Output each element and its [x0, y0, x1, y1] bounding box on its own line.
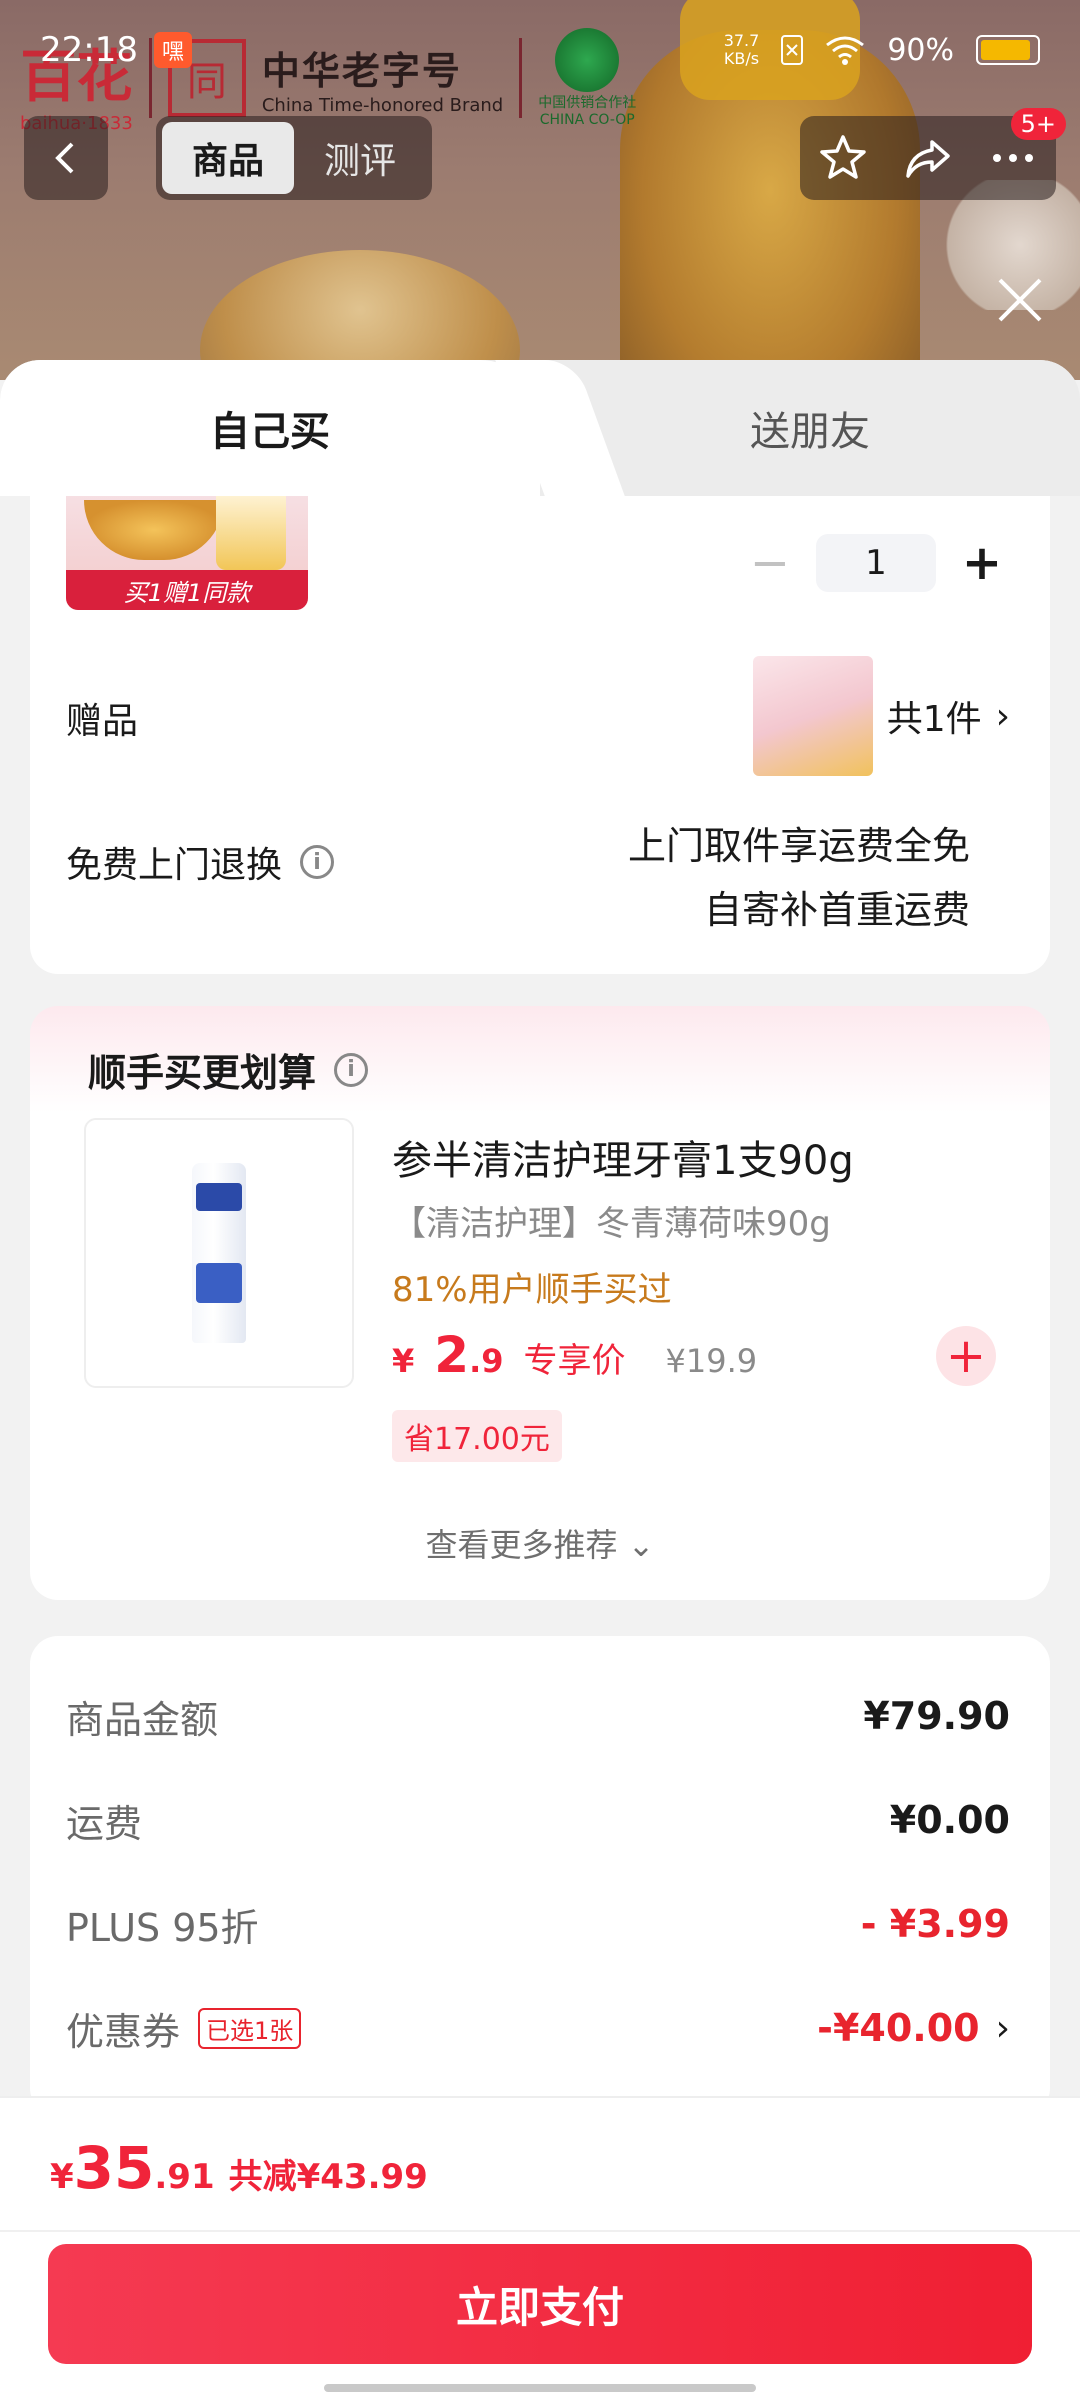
chevron-right-icon: ›: [995, 2007, 1010, 2049]
recommended-price: ¥ 2 .9 专享价 ¥19.9: [392, 1326, 757, 1384]
price-currency: ¥: [392, 1342, 415, 1380]
status-right: 37.7 KB/s 90%: [724, 32, 1040, 68]
info-icon[interactable]: i: [300, 845, 335, 879]
recommendation-title: 顺手买更划算: [88, 1051, 317, 1095]
shipping-value: ¥0.00: [889, 1798, 1010, 1842]
plus-discount-value: - ¥3.99: [860, 1902, 1010, 1946]
total-amount: ¥ 35 .91 共减¥43.99: [50, 2134, 428, 2202]
battery-icon: [976, 35, 1040, 65]
chevron-right-icon: ›: [995, 695, 1010, 737]
order-item-card: 买1赠1同款 − 1 + 赠品 共1件 › 免费上门退换 i 上门取件享运费全免…: [30, 496, 1050, 974]
total-currency: ¥: [50, 2157, 74, 2197]
product-nav-bar: 商品 测评 5+: [24, 108, 1066, 200]
toothpaste-image[interactable]: [84, 1118, 354, 1388]
return-policy-line2: 自寄补首重运费: [703, 888, 970, 932]
network-speed-unit: KB/s: [723, 49, 760, 68]
plus-discount-label: PLUS 95折: [66, 1905, 259, 1950]
total-decimal: .91: [154, 2157, 215, 2197]
summary-row-subtotal: 商品金额 ¥79.90: [66, 1686, 1010, 1746]
subtotal-value: ¥79.90: [863, 1694, 1010, 1738]
summary-row-shipping: 运费 ¥0.00: [66, 1790, 1010, 1850]
product-thumbnail[interactable]: 买1赠1同款: [66, 496, 308, 610]
free-return-row: 免费上门退换 i: [66, 836, 335, 888]
info-icon[interactable]: i: [334, 1052, 369, 1087]
battery-percent: 90%: [887, 32, 954, 68]
gift-thumbnail: [752, 656, 873, 776]
sim-icon: [781, 35, 804, 65]
thumb-bottle-image: [216, 496, 286, 570]
return-policy-line1: 上门取件享运费全免: [627, 824, 970, 868]
subtotal-label: 商品金额: [66, 1697, 219, 1742]
free-return-label: 免费上门退换: [66, 845, 283, 886]
tab-product[interactable]: 商品: [162, 122, 294, 194]
price-decimal: .9: [469, 1342, 504, 1380]
price-integer: 2: [434, 1326, 470, 1384]
price-summary-card: 商品金额 ¥79.90 运费 ¥0.00 PLUS 95折 - ¥3.99 优惠…: [30, 1636, 1050, 2116]
tab-buy-for-self-label: 自己买: [210, 409, 330, 455]
page-tabs: 商品 测评: [156, 116, 432, 200]
recommended-product-name[interactable]: 参半清洁护理牙膏1支90g: [392, 1128, 854, 1186]
return-policy-text: 上门取件享运费全免 自寄补首重运费: [628, 814, 970, 942]
summary-row-coupon[interactable]: 优惠券 已选1张 -¥40.00 ›: [66, 1998, 1010, 2058]
add-to-order-button[interactable]: +: [936, 1326, 996, 1386]
coupon-value: -¥40.00: [817, 2006, 980, 2050]
shipping-label: 运费: [66, 1801, 143, 1846]
checkout-bar: ¥ 35 .91 共减¥43.99 立即支付: [0, 2096, 1080, 2400]
recommended-product-spec: 【清洁护理】冬青薄荷味90g: [392, 1204, 831, 1244]
purchase-sheet: 自己买 送朋友 买1赠1同款 − 1 + 赠品 共1件 › 免费上门退换 i 上…: [0, 360, 1080, 2400]
divider: [0, 2230, 1080, 2232]
promo-ribbon: 买1赠1同款: [66, 570, 308, 610]
star-icon[interactable]: [817, 132, 869, 184]
total-integer: 35: [73, 2134, 155, 2202]
coupon-selected-badge: 已选1张: [198, 2007, 302, 2049]
nav-actions: 5+: [800, 108, 1066, 200]
exclusive-price-tag: 专享价: [523, 1341, 626, 1381]
quantity-stepper: − 1 +: [742, 534, 1010, 592]
original-price: ¥19.9: [665, 1342, 758, 1380]
quantity-value[interactable]: 1: [816, 534, 936, 592]
more-badge: 5+: [1010, 108, 1066, 140]
coupon-label: 优惠券: [66, 2009, 181, 2054]
battery-level: [981, 40, 1030, 60]
purchase-stat: 81%用户顺手买过: [392, 1270, 672, 1310]
purchase-mode-tabs: 自己买 送朋友: [0, 360, 1080, 496]
tab-gift-to-friend-label: 送朋友: [750, 409, 870, 455]
network-speed: 37.7 KB/s: [724, 32, 760, 68]
share-icon[interactable]: [902, 132, 954, 184]
total-reduction: 共减¥43.99: [228, 2157, 428, 2197]
savings-badge: 省17.00元: [392, 1410, 562, 1462]
gift-selector[interactable]: 共1件 ›: [752, 656, 1010, 776]
add-on-recommendation-card: 顺手买更划算 i 参半清洁护理牙膏1支90g 【清洁护理】冬青薄荷味90g 81…: [30, 1006, 1050, 1600]
summary-row-plus-discount: PLUS 95折 - ¥3.99: [66, 1894, 1010, 1954]
recommendation-title-row: 顺手买更划算 i: [88, 1042, 369, 1097]
tab-review[interactable]: 测评: [294, 122, 426, 194]
toothpaste-tube: [192, 1163, 246, 1343]
more-recommendations-link[interactable]: 查看更多推荐 ⌄: [30, 1520, 1050, 1566]
back-button[interactable]: [24, 116, 108, 200]
wifi-icon: [826, 36, 865, 65]
coupon-label-group: 优惠券 已选1张: [66, 2001, 302, 2056]
status-left: 22:18 嘿: [40, 30, 192, 70]
thumb-bowl-image: [84, 500, 224, 560]
tab-gift-to-friend[interactable]: 送朋友: [540, 360, 1080, 496]
decrease-button[interactable]: −: [742, 535, 798, 591]
home-indicator[interactable]: [324, 2384, 756, 2392]
coupon-value-group: -¥40.00 ›: [817, 2006, 1010, 2050]
network-speed-value: 37.7: [723, 31, 760, 50]
pay-now-button[interactable]: 立即支付: [48, 2244, 1032, 2364]
chevron-left-icon: [55, 142, 74, 174]
gift-count: 共1件: [886, 699, 982, 740]
status-time: 22:18: [40, 30, 138, 70]
tab-buy-for-self[interactable]: 自己买: [0, 360, 540, 496]
app-notification-badge: 嘿: [153, 32, 192, 68]
increase-button[interactable]: +: [954, 535, 1010, 591]
status-bar: 22:18 嘿 37.7 KB/s 90%: [0, 0, 1080, 100]
close-icon[interactable]: [992, 272, 1048, 328]
gift-label: 赠品: [66, 701, 139, 742]
